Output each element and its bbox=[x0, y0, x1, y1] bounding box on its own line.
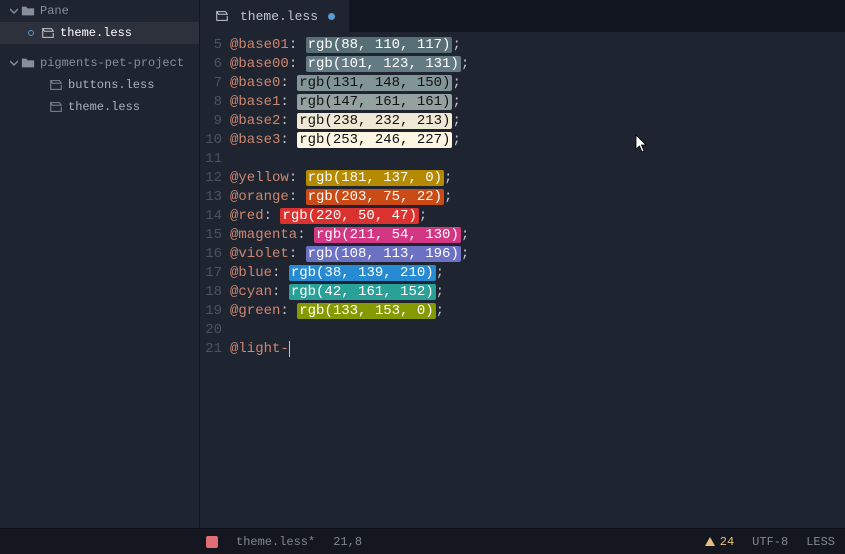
file-tree: Pane theme.less pigments-pet-project but… bbox=[0, 0, 200, 528]
chevron-down-icon bbox=[8, 59, 20, 67]
file-label: theme.less bbox=[68, 100, 140, 114]
tree-file[interactable]: theme.less bbox=[0, 96, 199, 118]
folder-icon bbox=[20, 55, 36, 71]
status-bar: theme.less* 21,8 24 UTF-8 LESS bbox=[0, 528, 845, 554]
color-swatch-icon[interactable] bbox=[206, 536, 218, 548]
warnings-badge[interactable]: 24 bbox=[704, 535, 734, 549]
editor-pane: theme.less 56789101112131415161718192021… bbox=[200, 0, 845, 528]
folder-icon bbox=[20, 3, 36, 19]
tree-file-open[interactable]: theme.less bbox=[0, 22, 199, 44]
tab-bar: theme.less bbox=[200, 0, 845, 32]
cursor-icon bbox=[635, 134, 649, 154]
file-label: buttons.less bbox=[68, 78, 154, 92]
code-editor[interactable]: 56789101112131415161718192021 @base01: r… bbox=[200, 32, 845, 528]
less-file-icon bbox=[48, 77, 64, 93]
tab-label: theme.less bbox=[240, 9, 318, 24]
folder-label: Pane bbox=[40, 4, 69, 18]
folder-label: pigments-pet-project bbox=[40, 56, 184, 70]
less-file-icon bbox=[214, 8, 230, 24]
tree-file[interactable]: buttons.less bbox=[0, 74, 199, 96]
file-label: theme.less bbox=[60, 26, 132, 40]
modified-indicator-icon bbox=[328, 13, 335, 20]
tab-theme-less[interactable]: theme.less bbox=[200, 0, 350, 32]
less-file-icon bbox=[48, 99, 64, 115]
line-gutter: 56789101112131415161718192021 bbox=[200, 32, 230, 528]
warnings-count: 24 bbox=[720, 535, 734, 549]
warning-icon bbox=[704, 536, 716, 548]
code-lines: @base01: rgb(88, 110, 117);@base00: rgb(… bbox=[230, 32, 469, 528]
status-filename[interactable]: theme.less* bbox=[236, 535, 315, 549]
status-language[interactable]: LESS bbox=[806, 535, 835, 549]
tree-folder-project[interactable]: pigments-pet-project bbox=[0, 52, 199, 74]
chevron-down-icon bbox=[8, 7, 20, 15]
less-file-icon bbox=[40, 25, 56, 41]
open-file-indicator-icon bbox=[28, 30, 34, 36]
status-cursor-position[interactable]: 21,8 bbox=[333, 535, 362, 549]
status-encoding[interactable]: UTF-8 bbox=[752, 535, 788, 549]
tree-folder-pane[interactable]: Pane bbox=[0, 0, 199, 22]
